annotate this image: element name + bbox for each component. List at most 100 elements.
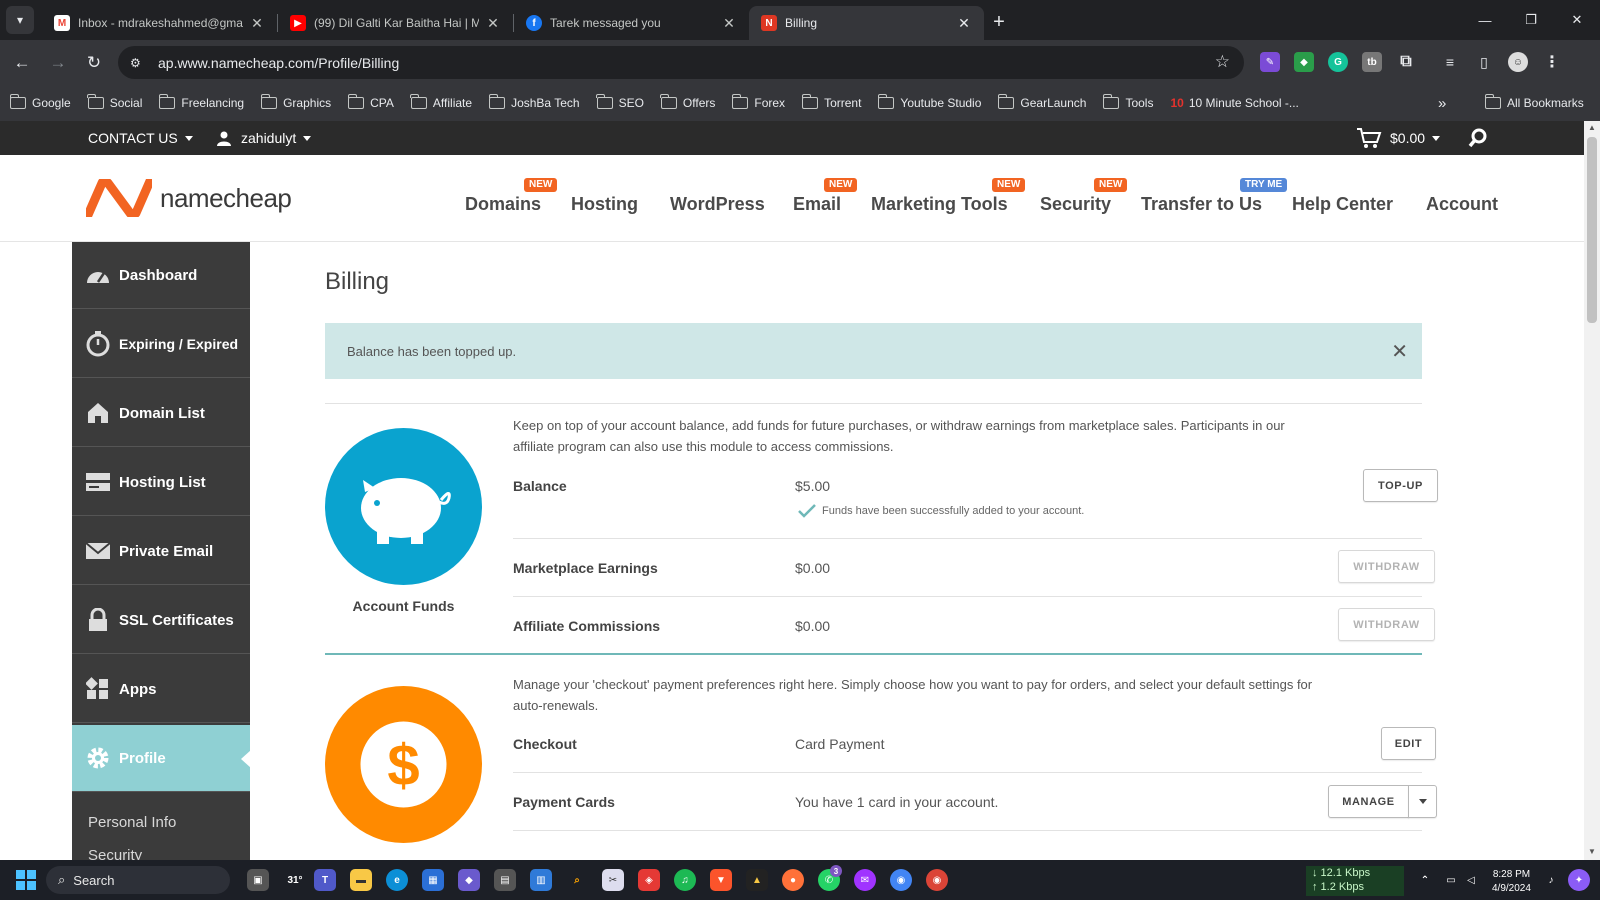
nav-hosting[interactable]: Hosting — [571, 194, 638, 215]
bookmark-item[interactable]: Torrent — [801, 94, 861, 110]
close-icon[interactable]: ✕ — [721, 15, 737, 32]
close-icon[interactable]: ✕ — [249, 15, 265, 32]
site-info-icon[interactable]: ⚙ — [130, 56, 152, 70]
bell-icon[interactable]: ♪ — [1540, 869, 1562, 891]
profile-avatar-icon[interactable]: ☺ — [1508, 52, 1528, 72]
sidebar-item-private-email[interactable]: Private Email — [72, 518, 250, 585]
nav-account[interactable]: Account — [1426, 194, 1498, 215]
close-icon[interactable]: ✕ — [956, 15, 972, 32]
close-icon[interactable]: ✕ — [1391, 339, 1408, 364]
menu-kebab-icon[interactable]: ⋮ — [1542, 52, 1562, 72]
bookmark-item[interactable]: Freelancing — [158, 94, 244, 110]
bookmark-item[interactable]: 10 10 Minute School -... — [1170, 96, 1298, 110]
site-search-button[interactable] — [1468, 128, 1488, 148]
bookmark-item[interactable]: SEO — [596, 94, 644, 110]
withdraw-affiliate-button[interactable]: WITHDRAW — [1338, 608, 1435, 641]
address-bar[interactable]: ⚙ ap.www.namecheap.com/Profile/Billing ☆ — [118, 46, 1244, 79]
contact-us-menu[interactable]: CONTACT US — [88, 130, 193, 146]
scroll-up-icon[interactable]: ▲ — [1587, 123, 1597, 132]
taskbar-search[interactable]: ⌕ Search — [46, 866, 230, 894]
firefox-icon[interactable]: ● — [782, 869, 804, 891]
nav-transfer-to-us[interactable]: Transfer to Us — [1141, 194, 1262, 215]
back-icon[interactable]: ← — [4, 53, 40, 73]
sidebar-sub-personal-info[interactable]: Personal Info — [88, 814, 176, 831]
volume-icon[interactable]: ◁ — [1460, 869, 1482, 891]
store-icon[interactable]: ▦ — [422, 869, 444, 891]
brave-icon[interactable]: ▼ — [710, 869, 732, 891]
clock[interactable]: 8:28 PM 4/9/2024 — [1492, 868, 1531, 896]
file-explorer-icon[interactable]: ▬ — [350, 869, 372, 891]
app-icon[interactable]: ◆ — [458, 869, 480, 891]
extensions-puzzle-icon[interactable]: ⧉ — [1396, 52, 1416, 72]
nav-marketing-tools[interactable]: Marketing Tools — [871, 194, 1008, 215]
tab-facebook[interactable]: f Tarek messaged you ✕ — [514, 6, 749, 40]
nav-security[interactable]: Security — [1040, 194, 1111, 215]
namecheap-logo[interactable]: namecheap — [86, 179, 292, 217]
tab-search-button[interactable]: ▾ — [6, 6, 34, 34]
notepad-icon[interactable]: ▥ — [530, 869, 552, 891]
forward-icon[interactable]: → — [40, 53, 76, 73]
snipping-icon[interactable]: ✂ — [602, 869, 624, 891]
sidebar-item-domain-list[interactable]: Domain List — [72, 380, 250, 447]
bookmark-item[interactable]: Social — [87, 94, 142, 110]
nav-domains[interactable]: Domains — [465, 194, 541, 215]
scroll-down-icon[interactable]: ▼ — [1587, 847, 1597, 856]
new-tab-button[interactable]: + — [984, 11, 1014, 34]
user-menu[interactable]: zahidulyt — [216, 130, 312, 146]
display-icon[interactable]: ▭ — [1440, 869, 1462, 891]
bookmark-item[interactable]: Tools — [1102, 94, 1153, 110]
close-window-icon[interactable]: ✕ — [1554, 0, 1600, 40]
calculator-icon[interactable]: ▤ — [494, 869, 516, 891]
grammarly-icon[interactable]: G — [1328, 52, 1348, 72]
nav-email[interactable]: Email — [793, 194, 841, 215]
bookmark-item[interactable]: Offers — [660, 94, 715, 110]
windows-start-icon[interactable] — [15, 869, 37, 891]
tab-gmail[interactable]: M Inbox - mdrakeshahmed@gmail.com ✕ — [42, 6, 277, 40]
close-icon[interactable]: ✕ — [485, 15, 501, 32]
bookmark-item[interactable]: JoshBa Tech — [488, 94, 580, 110]
search-tool-icon[interactable]: ⌕ — [566, 869, 588, 891]
url-text[interactable]: ap.www.namecheap.com/Profile/Billing — [158, 55, 399, 71]
more-bookmarks-icon[interactable]: » — [1438, 95, 1446, 112]
messenger-icon[interactable]: ✉ — [854, 869, 876, 891]
nav-help-center[interactable]: Help Center — [1292, 194, 1393, 215]
sidebar-item-hosting-list[interactable]: Hosting List — [72, 449, 250, 516]
bookmark-item[interactable]: Forex — [731, 94, 785, 110]
chrome-profile-icon[interactable]: ◉ — [926, 869, 948, 891]
teams-icon[interactable]: T — [314, 869, 336, 891]
tb-extension-icon[interactable]: tb — [1362, 52, 1382, 72]
manage-cards-dropdown[interactable] — [1408, 785, 1437, 818]
pen-extension-icon[interactable]: ✎ — [1260, 52, 1280, 72]
media-icon[interactable]: ≡ — [1440, 52, 1460, 72]
minimize-icon[interactable]: — — [1462, 0, 1508, 40]
bookmark-star-icon[interactable]: ☆ — [1215, 52, 1230, 72]
sidebar-item-ssl-certificates[interactable]: SSL Certificates — [72, 587, 250, 654]
bookmark-item[interactable]: GearLaunch — [997, 94, 1086, 110]
weather-widget[interactable]: 31° — [280, 869, 310, 891]
reload-icon[interactable]: ↻ — [76, 53, 112, 73]
spotify-icon[interactable]: ♫ — [674, 869, 696, 891]
trading-icon[interactable]: ▲ — [746, 869, 768, 891]
edge-icon[interactable]: e — [386, 869, 408, 891]
manage-cards-button[interactable]: MANAGE — [1328, 785, 1409, 818]
anydesk-icon[interactable]: ◈ — [638, 869, 660, 891]
side-panel-icon[interactable]: ▯ — [1474, 52, 1494, 72]
copilot-icon[interactable]: ✦ — [1568, 869, 1590, 891]
sidebar-item-profile[interactable]: Profile — [72, 725, 251, 792]
page-scrollbar[interactable]: ▲ ▼ — [1584, 121, 1600, 860]
tab-billing[interactable]: N Billing ✕ — [749, 6, 984, 40]
sidebar-item-expiring[interactable]: Expiring / Expired — [72, 311, 250, 378]
task-view-icon[interactable]: ▣ — [247, 869, 269, 891]
bookmark-item[interactable]: Youtube Studio — [877, 94, 981, 110]
chevron-up-icon[interactable]: ⌃ — [1414, 869, 1436, 891]
sidebar-item-apps[interactable]: Apps — [72, 656, 250, 723]
restore-icon[interactable]: ❐ — [1508, 0, 1554, 40]
edit-checkout-button[interactable]: EDIT — [1381, 727, 1436, 760]
sidebar-sub-security[interactable]: Security — [88, 847, 142, 860]
tab-youtube[interactable]: ▶ (99) Dil Galti Kar Baitha Hai | Meet B… — [278, 6, 513, 40]
all-bookmarks[interactable]: All Bookmarks — [1484, 94, 1584, 110]
cart-menu[interactable]: $0.00 — [1356, 127, 1441, 149]
color-extension-icon[interactable]: ◆ — [1294, 52, 1314, 72]
withdraw-marketplace-button[interactable]: WITHDRAW — [1338, 550, 1435, 583]
bookmark-item[interactable]: Google — [9, 94, 71, 110]
